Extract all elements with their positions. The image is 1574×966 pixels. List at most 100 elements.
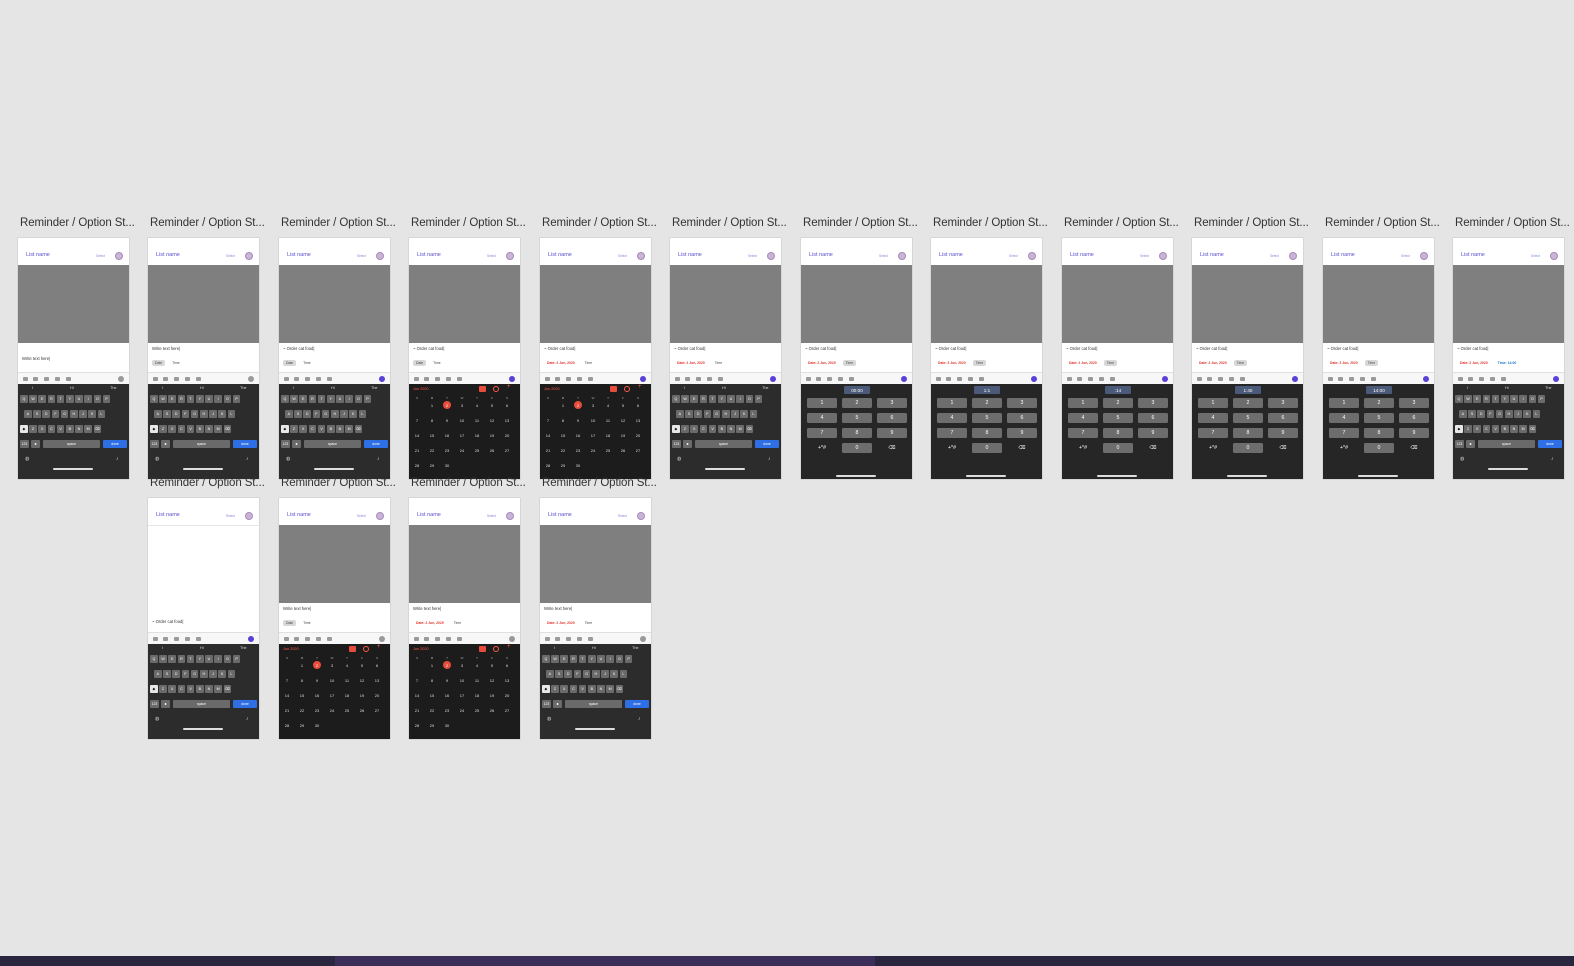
avatar[interactable]	[637, 512, 645, 520]
calendar-day[interactable]: 19	[486, 433, 498, 438]
calendar-month-label[interactable]: Jun 2020	[544, 387, 560, 391]
numpad-key[interactable]: 9	[1399, 428, 1429, 438]
tag-icon[interactable]	[1349, 377, 1354, 381]
key-t[interactable]: T	[56, 395, 65, 403]
shift-key[interactable]: ◆	[1455, 425, 1463, 433]
backspace-key[interactable]: ⌫	[615, 685, 624, 693]
calendar-day[interactable]: 20	[632, 433, 644, 438]
numbers-key[interactable]: 123	[672, 440, 681, 448]
key-s[interactable]: S	[33, 410, 41, 418]
time-chip[interactable]: Time	[842, 359, 857, 366]
key-t[interactable]: T	[1491, 395, 1500, 403]
time-display[interactable]: 14:00	[1366, 386, 1392, 394]
key-b[interactable]: B	[326, 425, 335, 433]
key-e[interactable]: E	[1473, 395, 1482, 403]
key-u[interactable]: U	[205, 395, 213, 403]
key-i[interactable]: I	[214, 395, 222, 403]
key-x[interactable]: X	[38, 425, 47, 433]
calendar-day[interactable]: 13	[632, 418, 644, 423]
frame-title[interactable]: Reminder / Option St...	[411, 477, 533, 489]
numpad-key[interactable]: 5	[1233, 413, 1263, 423]
calendar-view-icon[interactable]	[349, 646, 356, 652]
key-v[interactable]: V	[1491, 425, 1500, 433]
numpad-key[interactable]: 5	[842, 413, 872, 423]
suggestion-item[interactable]: I	[293, 386, 294, 390]
backspace-key[interactable]: ⌫	[1528, 425, 1537, 433]
time-chip[interactable]: Time	[1364, 359, 1379, 366]
calendar-day[interactable]: 18	[471, 433, 483, 438]
select-button[interactable]: Select	[96, 254, 105, 258]
calendar-day[interactable]: 8	[426, 418, 438, 423]
search-icon[interactable]	[363, 646, 369, 652]
time-chip[interactable]: Time	[1103, 359, 1118, 366]
backspace-key[interactable]: ⌫	[354, 425, 363, 433]
calendar-day[interactable]: 23	[311, 708, 323, 713]
calendar-day[interactable]: 27	[501, 448, 513, 453]
calendar-day[interactable]: 15	[426, 433, 438, 438]
key-z[interactable]: Z	[551, 685, 559, 693]
numpad-key[interactable]: 7	[1198, 428, 1228, 438]
numpad-key[interactable]: 4	[1329, 413, 1359, 423]
location-icon[interactable]	[185, 637, 190, 641]
list-name-label[interactable]: List name	[548, 512, 572, 518]
key-w[interactable]: W	[551, 655, 559, 663]
suggestion-item[interactable]: Hi	[722, 386, 726, 390]
calendar-icon[interactable]	[414, 377, 419, 381]
calendar-day[interactable]: 19	[617, 433, 629, 438]
phone-frame[interactable]: List name Select ~ Order cat food| Date: 2 …	[1453, 238, 1564, 479]
calendar-view-icon[interactable]	[479, 386, 486, 392]
time-display[interactable]: 1:1	[974, 386, 1000, 394]
numpad-key[interactable]: 2	[1364, 398, 1394, 408]
send-button[interactable]	[640, 636, 646, 642]
time-display[interactable]: 00:00	[844, 386, 870, 394]
date-chip[interactable]: Date: 2 Jun, 2020	[1196, 360, 1230, 366]
numpad-key[interactable]: 7	[1329, 428, 1359, 438]
list-name-label[interactable]: List name	[1461, 252, 1485, 258]
key-k[interactable]: K	[740, 410, 748, 418]
key-o[interactable]: O	[223, 395, 232, 403]
shift-key[interactable]: ◆	[150, 425, 158, 433]
select-button[interactable]: Select	[1270, 254, 1279, 258]
key-z[interactable]: Z	[290, 425, 298, 433]
numpad-key[interactable]: 3	[1399, 398, 1429, 408]
calendar-icon[interactable]	[936, 377, 941, 381]
suggestion-item[interactable]: I	[1467, 386, 1468, 390]
location-icon[interactable]	[446, 377, 451, 381]
calendar-day[interactable]: 22	[296, 708, 308, 713]
key-n[interactable]: N	[727, 425, 735, 433]
list-icon[interactable]	[1110, 377, 1115, 381]
calendar-view-icon[interactable]	[479, 646, 486, 652]
location-icon[interactable]	[316, 637, 321, 641]
key-t[interactable]: T	[186, 395, 195, 403]
calendar-day[interactable]: 18	[602, 433, 614, 438]
space-key[interactable]: space	[695, 440, 752, 448]
calendar-day[interactable]: 26	[356, 708, 368, 713]
done-key[interactable]: done	[233, 440, 257, 448]
key-l[interactable]: L	[227, 670, 236, 678]
key-a[interactable]: A	[154, 410, 162, 418]
calendar-day[interactable]: 30	[572, 463, 584, 468]
mic-icon[interactable]: ♪	[246, 456, 249, 462]
numpad-key[interactable]: 9	[1007, 428, 1037, 438]
calendar-month-label[interactable]: Jun 2020	[413, 387, 429, 391]
numpad-key[interactable]: 0	[1233, 443, 1263, 453]
key-f[interactable]: F	[573, 670, 582, 678]
calendar-day[interactable]: 1	[557, 403, 569, 408]
key-g[interactable]: G	[582, 670, 591, 678]
numbers-key[interactable]: 123	[150, 440, 159, 448]
calendar-day[interactable]: 10	[456, 678, 468, 683]
frame-title[interactable]: Reminder / Option St...	[150, 477, 272, 489]
tag-icon[interactable]	[174, 377, 179, 381]
key-a[interactable]: A	[24, 410, 32, 418]
location-icon[interactable]	[316, 377, 321, 381]
key-o[interactable]: O	[354, 395, 363, 403]
calendar-day[interactable]: 29	[426, 723, 438, 728]
numpad-key[interactable]: 7	[807, 428, 837, 438]
emoji-key[interactable]: ☻	[31, 440, 40, 448]
location-icon[interactable]	[707, 377, 712, 381]
tag-icon[interactable]	[1218, 377, 1223, 381]
calendar-day[interactable]: 29	[296, 723, 308, 728]
key-t[interactable]: T	[578, 655, 587, 663]
flag-icon[interactable]	[816, 377, 821, 381]
calendar-day[interactable]: 24	[587, 448, 599, 453]
